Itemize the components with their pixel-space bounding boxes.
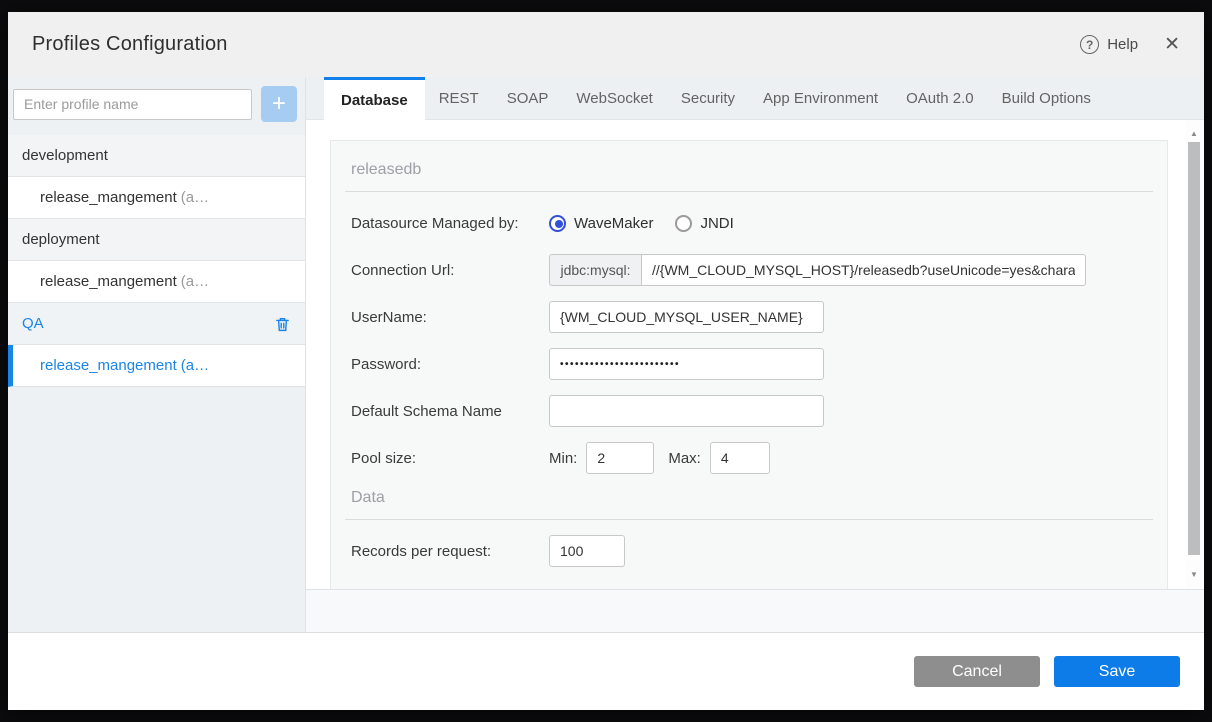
add-profile-button[interactable]: + [261,86,297,122]
radio-jndi-icon [675,214,693,232]
schema-label: Default Schema Name [351,402,502,420]
profile-item-deployment-release[interactable]: release_mangement (a… [8,261,305,303]
profile-group-deployment[interactable]: deployment [8,219,305,261]
tab-pane-footer-strip [306,589,1204,632]
pool-min-input[interactable] [586,442,655,474]
profiles-configuration-dialog: Profiles Configuration ? Help ✕ + develo… [8,12,1204,710]
help-button[interactable]: ? Help [1080,35,1138,54]
username-input[interactable] [549,301,824,333]
save-button[interactable]: Save [1054,656,1180,687]
section-divider-2 [345,519,1153,520]
pool-max-label: Max: [668,449,701,467]
tab-security[interactable]: Security [667,77,749,119]
records-per-request-row: Records per request: [351,535,1147,567]
datasource-label: Datasource Managed by: [351,214,519,232]
database-config-panel: releasedb Datasource Managed by: WaveMak… [330,140,1168,589]
scroll-up-icon[interactable]: ▲ [1186,126,1202,142]
tab-soap[interactable]: SOAP [493,77,563,119]
delete-profile-icon[interactable] [274,315,291,333]
database-section-title: releasedb [351,161,422,178]
password-input[interactable] [549,348,824,380]
profile-group-qa[interactable]: QA [8,303,305,345]
tab-database[interactable]: Database [324,77,425,120]
profile-search-input[interactable] [13,88,252,120]
records-per-request-label: Records per request: [351,542,492,560]
database-tab-content: releasedb Datasource Managed by: WaveMak… [306,120,1204,589]
password-row: Password: [351,348,1147,380]
help-icon: ? [1080,35,1100,54]
pool-size-row: Pool size: Min: Max: [351,442,1147,474]
profile-group-development[interactable]: development [8,135,305,177]
pool-min-label: Min: [549,449,578,467]
tab-websocket[interactable]: WebSocket [562,77,666,119]
profile-list: development release_mangement (a… deploy… [8,135,305,387]
profile-item-development-release[interactable]: release_mangement (a… [8,177,305,219]
connection-url-input[interactable] [641,254,1086,286]
connection-url-row: Connection Url: jdbc:mysql: [351,254,1147,286]
records-per-request-input[interactable] [549,535,625,567]
dialog-title: Profiles Configuration [32,33,228,55]
tab-rest[interactable]: REST [425,77,493,119]
pool-max-input[interactable] [709,442,770,474]
schema-row: Default Schema Name [351,395,1147,427]
tab-oauth[interactable]: OAuth 2.0 [892,77,988,119]
username-row: UserName: [351,301,1147,333]
jdbc-prefix-addon: jdbc:mysql: [549,254,641,286]
datasource-row: Datasource Managed by: WaveMaker JNDI [351,207,1147,239]
section-divider [345,191,1153,192]
scroll-down-icon[interactable]: ▼ [1186,567,1202,583]
dialog-footer: Cancel Save [8,632,1204,710]
data-section-title: Data [351,489,385,506]
tab-app-environment[interactable]: App Environment [749,77,892,119]
connection-url-label: Connection Url: [351,261,455,279]
password-label: Password: [351,355,422,373]
close-icon[interactable]: ✕ [1164,35,1180,54]
radio-wavemaker[interactable]: WaveMaker [549,214,653,232]
profiles-sidebar: + development release_mangement (a… depl… [8,77,306,632]
tab-build-options[interactable]: Build Options [988,77,1105,119]
profile-item-qa-release[interactable]: release_mangement (a… [8,345,305,387]
help-label: Help [1107,36,1139,53]
schema-input[interactable] [549,395,824,427]
radio-jndi[interactable]: JNDI [675,214,734,232]
profile-search-row: + [8,77,305,131]
username-label: UserName: [351,308,427,326]
profile-detail-pane: Database REST SOAP WebSocket Security Ap… [306,77,1204,632]
scrollbar-thumb[interactable] [1188,142,1200,555]
dialog-header: Profiles Configuration ? Help ✕ [8,12,1204,77]
cancel-button[interactable]: Cancel [914,656,1040,687]
radio-wavemaker-icon [549,214,566,232]
vertical-scrollbar[interactable]: ▲ ▼ [1186,120,1202,589]
pool-size-label: Pool size: [351,449,417,467]
tab-bar: Database REST SOAP WebSocket Security Ap… [306,77,1204,120]
